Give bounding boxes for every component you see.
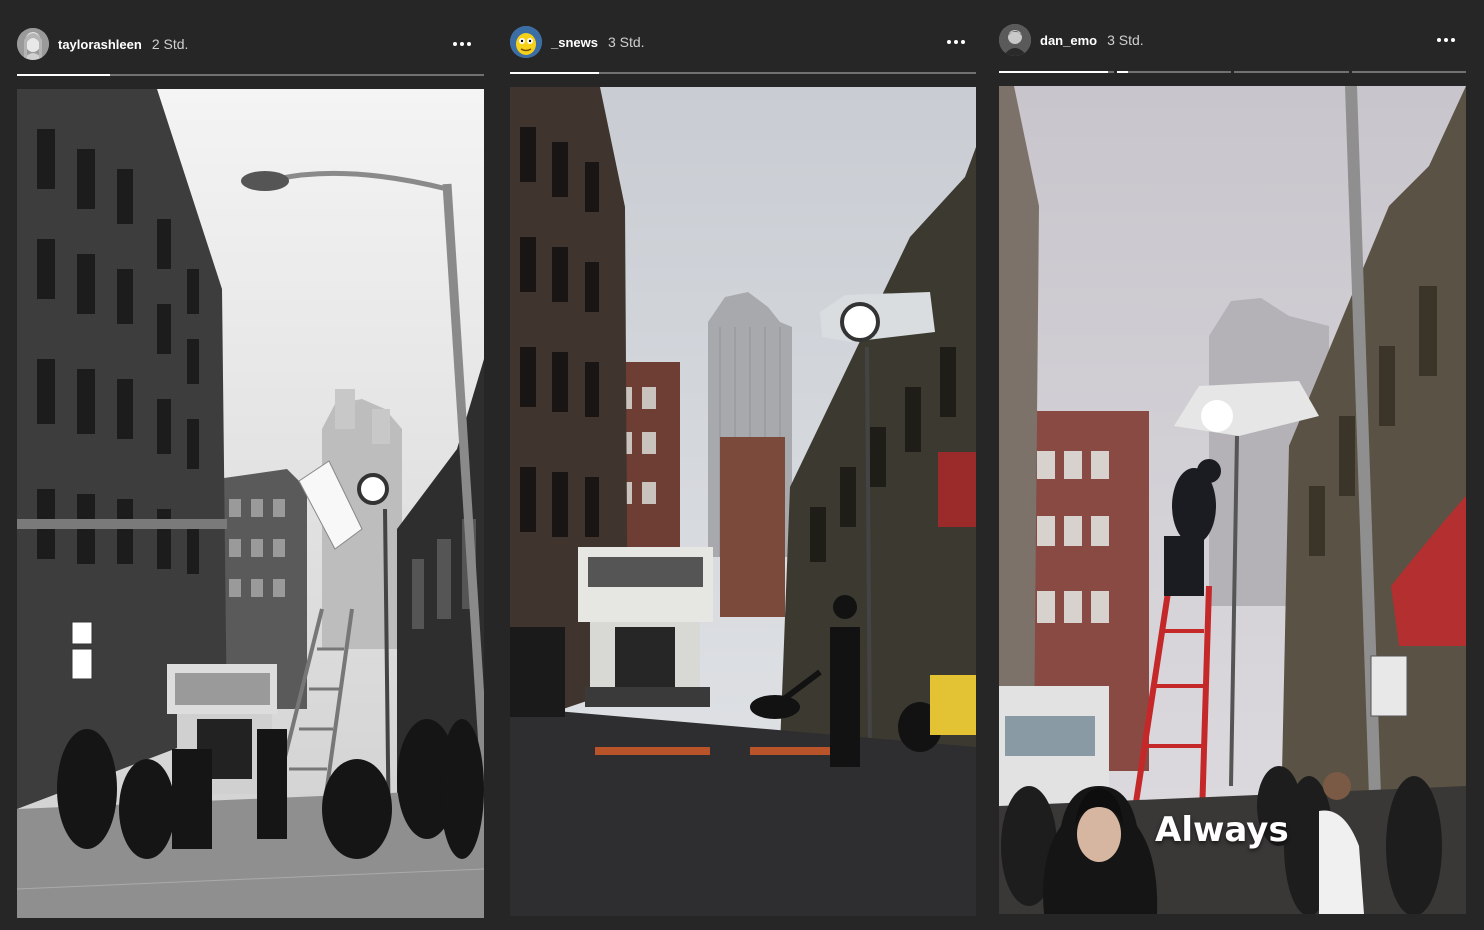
more-options-icon[interactable] bbox=[942, 30, 970, 54]
avatar[interactable] bbox=[510, 26, 542, 58]
story-card-2: _snews 3 Std. bbox=[510, 0, 976, 930]
story-card-1: taylorashleen 2 Std. bbox=[17, 0, 484, 930]
story-video[interactable] bbox=[999, 86, 1466, 914]
story-caption: Always bbox=[1155, 810, 1289, 850]
timestamp: 3 Std. bbox=[1107, 32, 1144, 48]
username[interactable]: taylorashleen bbox=[58, 37, 142, 52]
story-image[interactable] bbox=[17, 89, 484, 918]
progress-segment bbox=[1351, 71, 1466, 73]
username[interactable]: _snews bbox=[551, 35, 598, 50]
more-options-icon[interactable] bbox=[1432, 28, 1460, 52]
username[interactable]: dan_emo bbox=[1040, 33, 1097, 48]
timestamp: 2 Std. bbox=[151, 36, 189, 52]
story-header: dan_emo 3 Std. bbox=[999, 20, 1466, 60]
progress-segment bbox=[1116, 71, 1231, 73]
progress-segment bbox=[1234, 71, 1349, 73]
story-header: taylorashleen 2 Std. bbox=[17, 24, 484, 64]
progress-segment bbox=[510, 72, 976, 74]
story-progress bbox=[510, 72, 976, 74]
story-header: _snews 3 Std. bbox=[510, 22, 976, 62]
timestamp: 3 Std. bbox=[607, 34, 645, 50]
story-progress bbox=[17, 74, 484, 76]
progress-segment bbox=[999, 71, 1114, 73]
story-card-3: dan_emo 3 Std. Always bbox=[999, 0, 1466, 930]
more-options-icon[interactable] bbox=[448, 32, 476, 56]
story-progress bbox=[999, 71, 1466, 73]
avatar[interactable] bbox=[17, 28, 49, 60]
progress-segment bbox=[17, 74, 484, 76]
avatar[interactable] bbox=[999, 24, 1031, 56]
story-image[interactable] bbox=[510, 87, 976, 916]
